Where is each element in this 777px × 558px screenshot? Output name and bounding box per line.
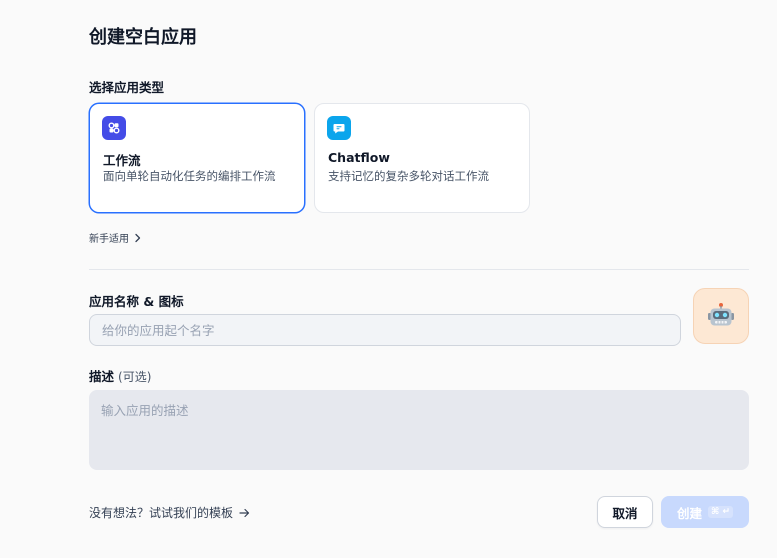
create-button[interactable]: 创建 ⌘ ↵	[661, 496, 749, 528]
cancel-button[interactable]: 取消	[597, 496, 653, 528]
app-type-card-chatflow[interactable]: Chatflow 支持记忆的复杂多轮对话工作流	[314, 103, 530, 213]
app-name-input[interactable]	[89, 314, 681, 346]
app-type-name: Chatflow	[328, 150, 390, 165]
chevron-right-icon	[135, 233, 141, 242]
template-link-label: 没有想法？试试我们的模板	[89, 506, 234, 520]
create-shortcut-hint: ⌘ ↵	[707, 506, 734, 518]
dialog-title: 创建空白应用	[89, 27, 197, 48]
app-type-card-workflow[interactable]: 工作流 面向单轮自动化任务的编排工作流	[89, 103, 305, 213]
app-name-label: 应用名称 & 图标	[89, 294, 184, 309]
description-textarea[interactable]	[89, 390, 749, 470]
beginner-link-label: 新手适用	[89, 234, 129, 245]
create-button-label: 创建	[676, 505, 702, 521]
arrow-right-icon	[239, 508, 250, 517]
chatflow-icon	[327, 116, 351, 140]
template-link[interactable]: 没有想法？试试我们的模板	[89, 504, 250, 521]
workflow-icon	[102, 116, 126, 140]
robot-emoji-icon	[708, 303, 734, 326]
beginner-link[interactable]: 新手适用	[89, 230, 142, 245]
app-type-name: 工作流	[103, 153, 141, 168]
description-label-text: 描述	[89, 369, 115, 384]
app-icon-picker[interactable]	[693, 288, 749, 344]
app-type-description: 面向单轮自动化任务的编排工作流	[103, 169, 276, 183]
description-label: 描述 (可选)	[89, 366, 151, 385]
app-type-label: 选择应用类型	[89, 80, 165, 95]
optional-tag: (可选)	[118, 370, 152, 384]
app-type-description: 支持记忆的复杂多轮对话工作流	[328, 169, 489, 183]
create-blank-app-dialog: 创建空白应用 选择应用类型 工作流 面向单轮自动化任务的编排工作流 Chatfl…	[0, 0, 777, 558]
section-divider	[89, 269, 749, 270]
